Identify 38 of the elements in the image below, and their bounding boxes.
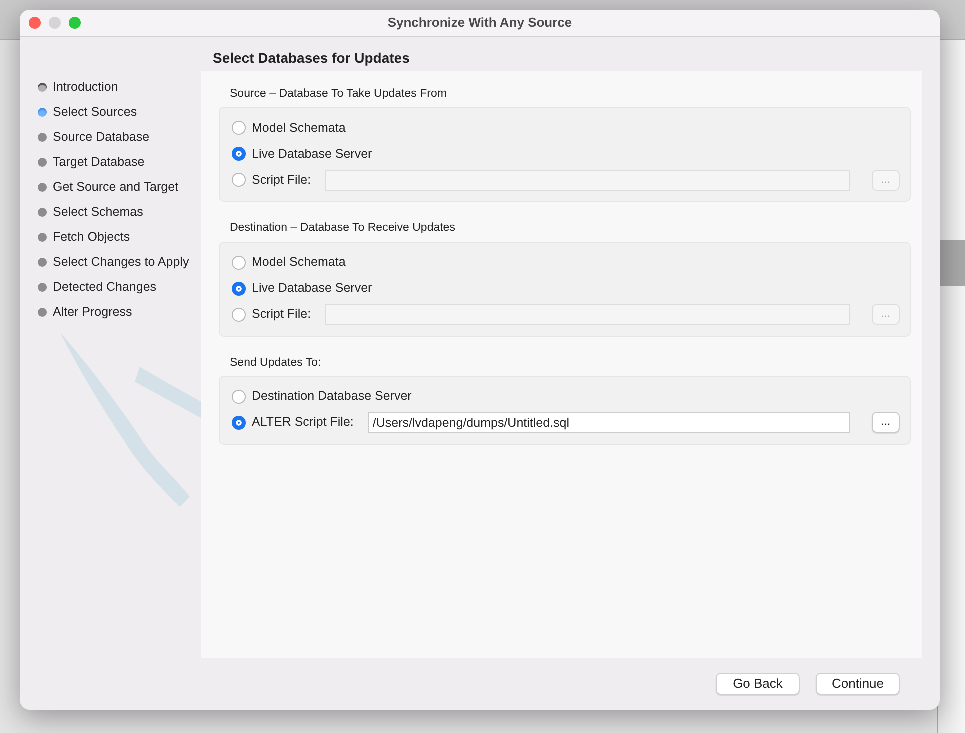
option-label: Script File: <box>252 306 312 324</box>
dialog-button[interactable]: Go Back <box>716 673 800 695</box>
option-label: Destination Database Server <box>252 388 412 406</box>
radio-button[interactable] <box>232 173 246 188</box>
group-label: Source – Database To Take Updates From <box>230 87 448 102</box>
step-label: Select Sources <box>53 104 138 122</box>
option-label: Script File: <box>252 172 312 189</box>
radio-button[interactable] <box>232 147 246 162</box>
step-label: Select Changes to Apply <box>53 254 190 272</box>
option-label: ALTER Script File: <box>252 414 354 432</box>
zoom-icon[interactable] <box>69 17 81 29</box>
radio-button[interactable] <box>232 308 246 322</box>
group-label: Destination – Database To Receive Updates <box>230 221 456 236</box>
step-label: Fetch Objects <box>53 229 130 246</box>
step-label: Select Schemas <box>53 204 144 222</box>
group-label: Send Updates To: <box>230 356 322 370</box>
step-label: Detected Changes <box>53 279 157 296</box>
option-label: Model Schemata <box>252 120 346 137</box>
option-label: Live Database Server <box>252 146 372 163</box>
minimize-icon[interactable] <box>49 17 61 29</box>
path-field[interactable]: /Users/lvdapeng/dumps/Untitled.sql <box>368 412 850 434</box>
step-label: Get Source and Target <box>53 179 179 196</box>
radio-button[interactable] <box>232 282 246 296</box>
radio-button[interactable] <box>232 416 246 430</box>
step-label: Introduction <box>53 79 118 96</box>
dialog-button[interactable]: Continue <box>816 673 900 695</box>
browse-button[interactable]: ... <box>872 412 900 434</box>
radio-button[interactable] <box>232 390 246 404</box>
step-label: Target Database <box>53 154 145 172</box>
radio-button[interactable] <box>232 256 246 270</box>
option-label: Model Schemata <box>252 254 346 272</box>
radio-button[interactable] <box>232 121 246 136</box>
step-label: Alter Progress <box>53 304 132 322</box>
step-label: Source Database <box>53 129 150 146</box>
page-heading: Select Databases for Updates <box>212 49 411 68</box>
window-title: Synchronize With Any Source <box>386 14 574 32</box>
option-label: Live Database Server <box>252 280 372 298</box>
close-icon[interactable] <box>29 17 41 29</box>
